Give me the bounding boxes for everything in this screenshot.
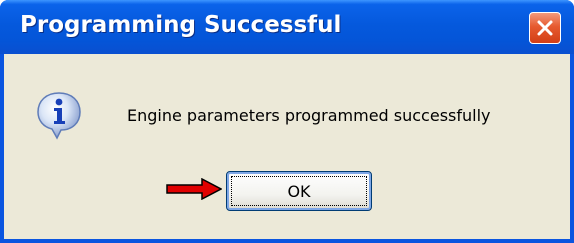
close-button[interactable] — [529, 12, 561, 44]
ok-button[interactable]: OK — [226, 171, 372, 211]
red-arrow-icon — [166, 178, 222, 200]
dialog-body: Engine parameters programmed successfull… — [4, 54, 570, 239]
ok-button-label: OK — [231, 176, 367, 206]
info-icon — [37, 92, 81, 140]
window-title: Programming Successful — [20, 12, 342, 38]
message-text: Engine parameters programmed successfull… — [127, 106, 491, 125]
title-bar[interactable]: Programming Successful — [0, 0, 574, 54]
close-icon — [537, 20, 553, 36]
message-dialog: Programming Successful Engine parameters… — [0, 0, 574, 243]
